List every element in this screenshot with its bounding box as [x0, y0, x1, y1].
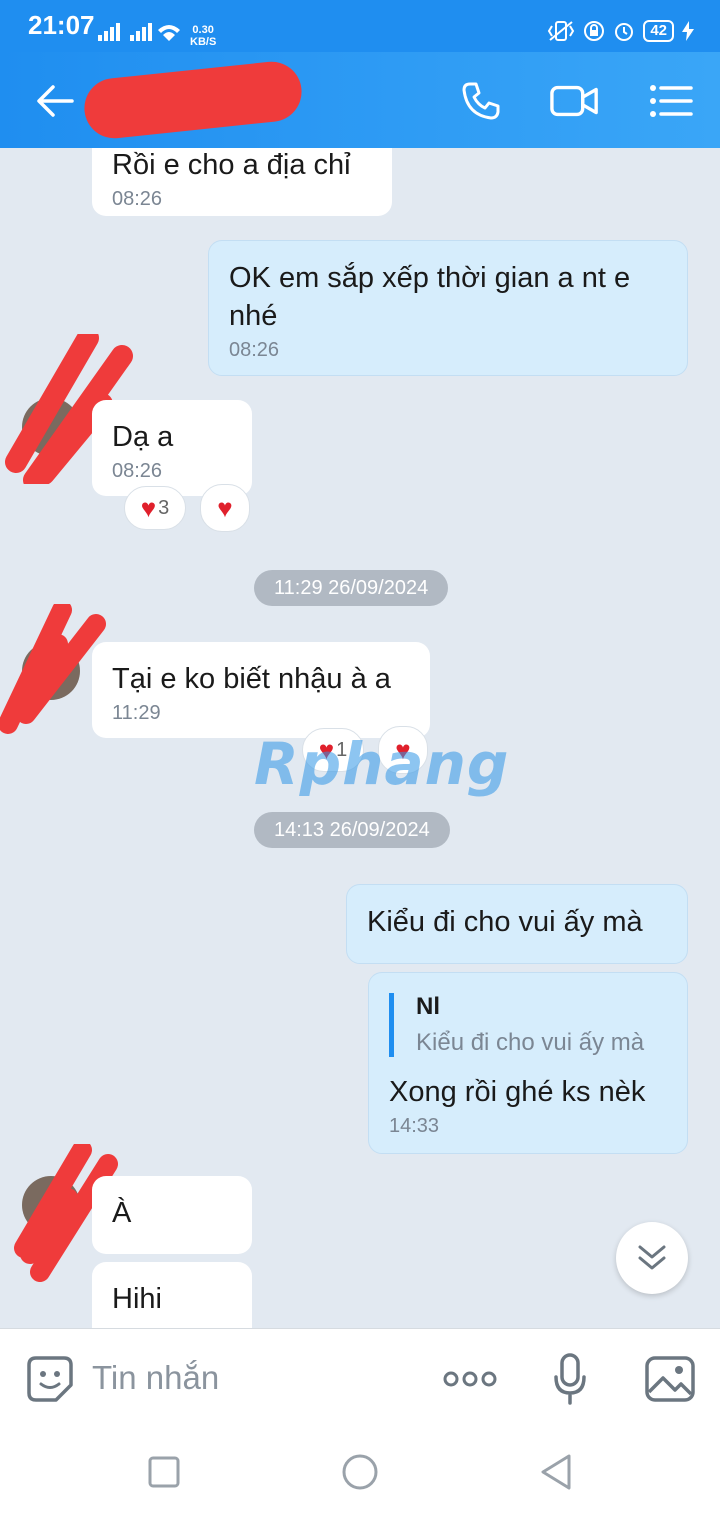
home-button[interactable]	[338, 1450, 382, 1494]
video-camera-icon	[550, 85, 598, 117]
message-incoming[interactable]: Rồi e cho a địa chỉ 08:26	[92, 148, 392, 216]
chat-header	[0, 52, 720, 148]
message-text: À	[112, 1197, 132, 1229]
video-call-button[interactable]	[550, 76, 600, 126]
image-button[interactable]	[644, 1353, 696, 1405]
message-incoming[interactable]: Tại e ko biết nhậu à a 11:29	[92, 642, 430, 738]
status-icons: 42	[547, 20, 694, 42]
quoted-text: Kiểu đi cho vui ấy mà	[416, 1029, 645, 1056]
status-bar: 21:07 0.30 KB/S 42	[0, 0, 720, 52]
emoji-button[interactable]	[24, 1353, 76, 1405]
message-time: 08:26	[112, 460, 163, 482]
more-options-button[interactable]	[440, 1361, 500, 1397]
contact-name-redaction	[81, 58, 305, 142]
battery-icon: 42	[643, 20, 674, 42]
message-time: 11:29	[112, 702, 161, 724]
status-time: 21:07	[28, 10, 95, 40]
circle-icon	[342, 1454, 378, 1490]
message-text: Kiểu đi cho vui ấy mà	[367, 906, 643, 938]
voice-message-button[interactable]	[546, 1351, 594, 1407]
message-time: 08:26	[229, 339, 280, 361]
date-separator: 14:13 26/09/2024	[254, 812, 450, 848]
message-text: OK em sắp xếp thời gian a nt e nhé	[229, 262, 631, 332]
message-outgoing[interactable]: OK em sắp xếp thời gian a nt e nhé 08:26	[208, 240, 688, 376]
message-text: Xong rồi ghé ks nèk	[389, 1076, 646, 1108]
message-input[interactable]: Tin nhắn	[92, 1359, 219, 1397]
system-nav-bar	[0, 1428, 720, 1520]
lock-rotation-icon	[584, 21, 605, 41]
more-dots-icon	[443, 1371, 497, 1387]
message-time: 14:33	[389, 1115, 440, 1137]
phone-icon	[462, 82, 500, 120]
square-icon	[148, 1456, 180, 1488]
signal-icon	[98, 22, 182, 47]
composer-bar: Tin nhắn	[0, 1328, 720, 1428]
back-button[interactable]	[30, 76, 80, 126]
message-text: Tại e ko biết nhậu à a	[112, 663, 391, 695]
recent-apps-button[interactable]	[144, 1452, 184, 1492]
call-button[interactable]	[456, 76, 506, 126]
menu-button[interactable]	[646, 76, 696, 126]
message-outgoing-reply[interactable]: Nl Kiểu đi cho vui ấy mà Xong rồi ghé ks…	[368, 972, 688, 1154]
net-speed-value: 0.30	[192, 24, 214, 36]
net-speed-unit: KB/S	[190, 36, 217, 48]
double-chevron-down-icon	[638, 1245, 666, 1270]
sticker-face-icon	[27, 1356, 73, 1402]
list-menu-icon	[650, 85, 693, 117]
quoted-sender: Nl	[416, 993, 440, 1020]
message-outgoing[interactable]: Kiểu đi cho vui ấy mà	[346, 884, 688, 964]
message-incoming[interactable]: Dạ a 08:26	[92, 400, 252, 496]
message-text: Dạ a	[112, 421, 174, 453]
alarm-icon	[615, 23, 634, 41]
message-time: 08:26	[112, 188, 163, 210]
quoted-message[interactable]: Nl Kiểu đi cho vui ấy mà	[389, 993, 667, 1057]
date-separator: 11:29 26/09/2024	[254, 570, 449, 606]
message-text: Rồi e cho a địa chỉ	[112, 149, 351, 181]
message-list[interactable]: Rồi e cho a địa chỉ 08:26 OK em sắp xếp …	[0, 148, 720, 1328]
charging-icon	[682, 21, 694, 41]
reaction-summary[interactable]: ♥ 3	[124, 486, 186, 530]
back-arrow-icon	[37, 85, 74, 117]
triangle-back-icon	[541, 1454, 571, 1490]
vibrate-icon	[548, 21, 575, 41]
message-incoming[interactable]: Hihi	[92, 1262, 252, 1328]
heart-icon: ♥	[140, 493, 157, 523]
net-speed: 0.30 KB/S	[190, 24, 216, 48]
scroll-to-bottom-button[interactable]	[616, 1222, 688, 1294]
message-text: Hihi	[112, 1283, 162, 1315]
heart-icon: ♥	[217, 493, 233, 523]
react-button[interactable]: ♥	[200, 484, 250, 532]
message-incoming[interactable]: À	[92, 1176, 252, 1254]
watermark: Rphang	[254, 730, 510, 798]
back-nav-button[interactable]	[536, 1450, 576, 1494]
image-gallery-icon	[645, 1356, 695, 1402]
reaction-count: 3	[158, 496, 170, 519]
microphone-icon	[554, 1353, 586, 1405]
